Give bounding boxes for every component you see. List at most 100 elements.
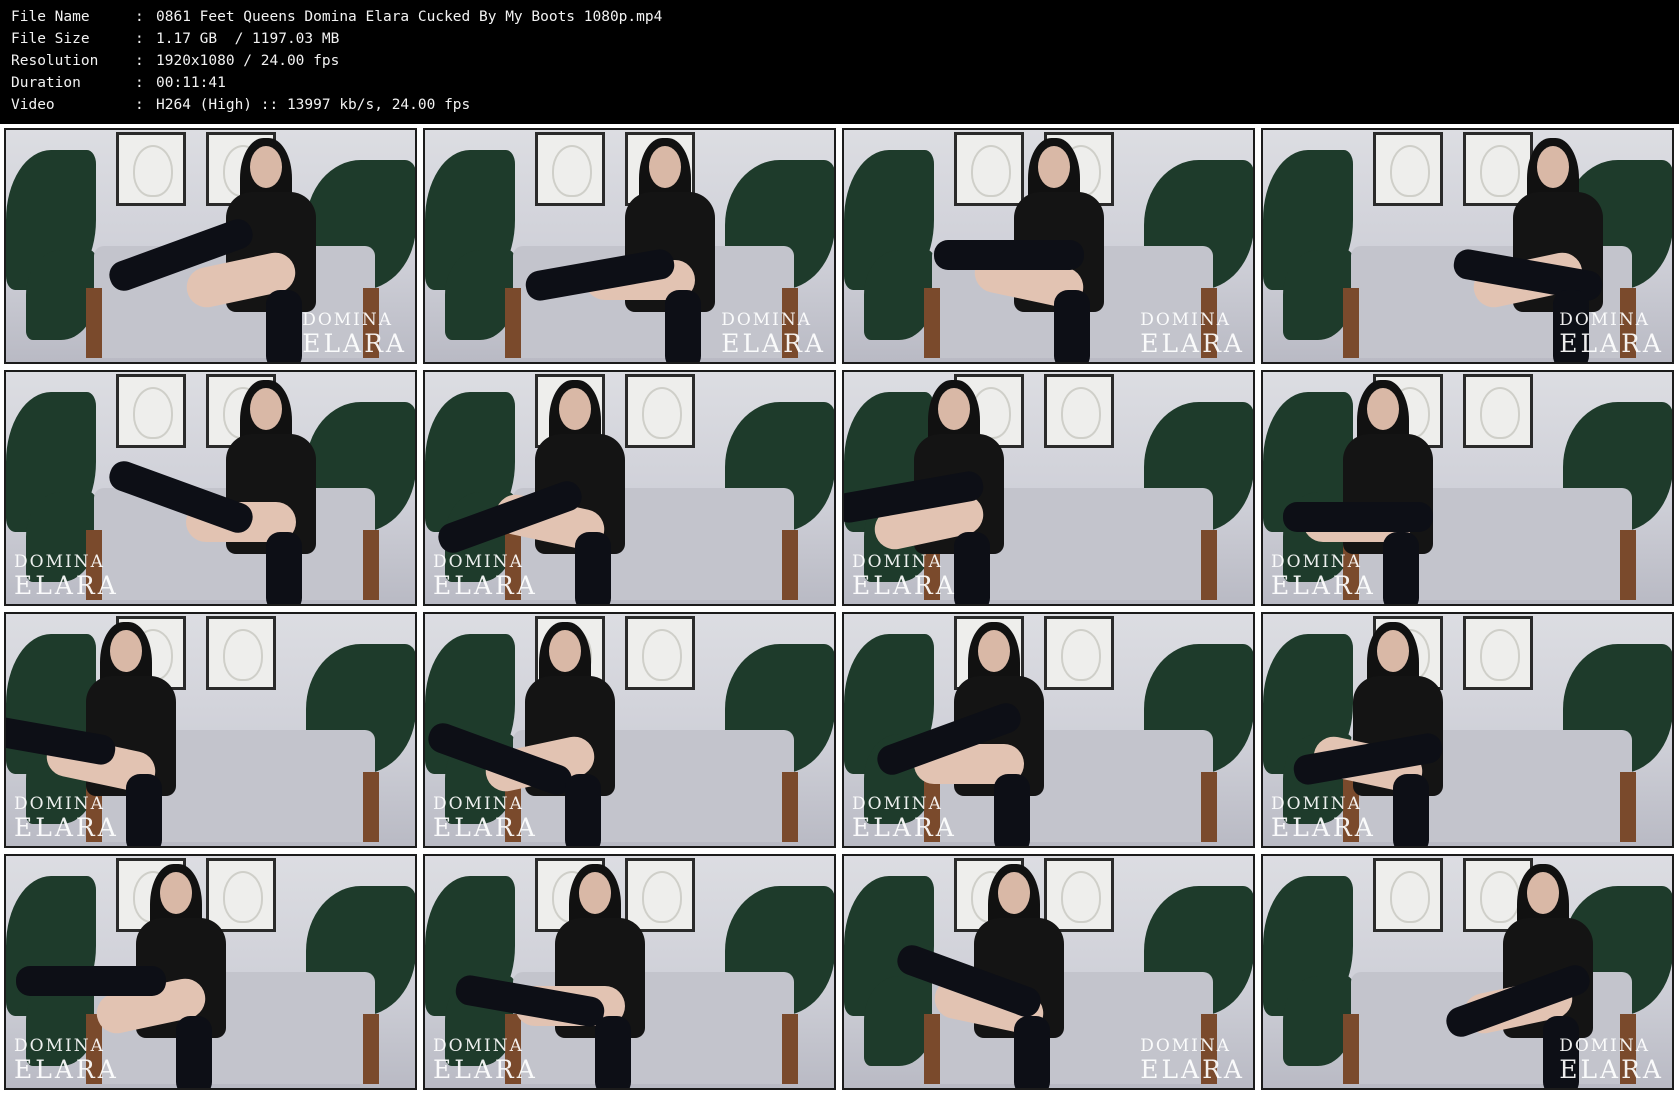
wall-art [625, 858, 695, 932]
wall-art [1044, 616, 1114, 690]
watermark-line1: DOMINA [433, 794, 524, 814]
watermark-line2: ELARA [14, 1055, 119, 1084]
watermark-line1: DOMINA [433, 552, 524, 572]
wall-art [1373, 858, 1443, 932]
face [1367, 388, 1399, 430]
boot [665, 290, 701, 362]
wall-art [535, 132, 605, 206]
boot [16, 966, 166, 996]
sofa-arm [1201, 772, 1217, 842]
wall-art [1044, 374, 1114, 448]
info-value: 00:11:41 [156, 75, 226, 91]
wall-art [116, 132, 186, 206]
wall-art [625, 374, 695, 448]
boot [1054, 290, 1090, 362]
watermark-line2: ELARA [1271, 813, 1376, 842]
sofa-arm [782, 772, 798, 842]
video-thumbnail: DOMINA ELARA [423, 128, 836, 364]
info-row-resolution: Resolution:1920x1080 / 24.00 fps [11, 50, 662, 72]
video-thumbnail: DOMINA ELARA [4, 854, 417, 1090]
face [549, 630, 581, 672]
sofa-arm [363, 1014, 379, 1084]
sofa-arm [924, 288, 940, 358]
info-separator: : [135, 31, 144, 47]
info-key: File Name [11, 9, 90, 25]
thumbnail-sheet: DOMINA ELARA DOMINA ELARA DOMINA ELARA DOMINA E… [0, 124, 1679, 1097]
watermark-line1: DOMINA [1559, 310, 1651, 330]
wall-art [206, 858, 276, 932]
face [1537, 146, 1569, 188]
info-separator: : [135, 53, 144, 69]
watermark-line2: ELARA [1140, 1055, 1245, 1084]
face [998, 872, 1030, 914]
watermark-line2: ELARA [1271, 571, 1376, 600]
face [649, 146, 681, 188]
watermark-line2: ELARA [1559, 1055, 1664, 1084]
watermark-line1: DOMINA [14, 1036, 105, 1056]
wall-art [625, 616, 695, 690]
sofa-arm [1343, 288, 1359, 358]
video-thumbnail: DOMINA ELARA [842, 128, 1255, 364]
info-row-duration: Duration:00:11:41 [11, 72, 662, 94]
file-info-header: File Name:0861 Feet Queens Domina Elara … [11, 6, 662, 116]
sofa-arm [924, 1014, 940, 1084]
watermark: DOMINA ELARA [14, 794, 119, 841]
face [250, 388, 282, 430]
watermark: DOMINA ELARA [433, 1036, 538, 1084]
face [1527, 872, 1559, 914]
watermark-line1: DOMINA [721, 310, 813, 330]
wall-art [1463, 132, 1533, 206]
video-thumbnail: DOMINA ELARA [842, 370, 1255, 606]
face [250, 146, 282, 188]
watermark-line2: ELARA [433, 571, 538, 600]
watermark: DOMINA ELARA [433, 794, 538, 841]
wall-art [206, 616, 276, 690]
watermark: DOMINA ELARA [1559, 310, 1664, 358]
info-separator: : [135, 9, 144, 25]
watermark: DOMINA ELARA [1271, 552, 1376, 600]
watermark-line1: DOMINA [14, 552, 105, 572]
boot [1383, 532, 1419, 604]
video-thumbnail: DOMINA ELARA [1261, 854, 1674, 1090]
watermark: DOMINA ELARA [1559, 1038, 1664, 1084]
watermark-line1: DOMINA [1271, 552, 1362, 572]
wall-art [954, 132, 1024, 206]
face [160, 872, 192, 914]
watermark-line2: ELARA [721, 329, 826, 358]
face [978, 630, 1010, 672]
wall-art [1373, 132, 1443, 206]
sofa-arm [86, 288, 102, 358]
thumbnail-grid: DOMINA ELARA DOMINA ELARA DOMINA ELARA DOMINA E… [4, 128, 1674, 1090]
boot [994, 774, 1030, 846]
watermark-line1: DOMINA [1140, 1036, 1232, 1056]
info-row-file-name: File Name:0861 Feet Queens Domina Elara … [11, 6, 662, 28]
video-thumbnail: DOMINA ELARA [1261, 612, 1674, 848]
watermark-line1: DOMINA [433, 1036, 524, 1056]
watermark-line1: DOMINA [1140, 310, 1232, 330]
watermark-line2: ELARA [1559, 329, 1664, 358]
video-thumbnail: DOMINA ELARA [4, 128, 417, 364]
boot [266, 532, 302, 604]
boot [565, 774, 601, 846]
info-row-file-size: File Size:1.17 GB / 1197.03 MB [11, 28, 662, 50]
face [110, 630, 142, 672]
boot [1393, 774, 1429, 846]
video-thumbnail: DOMINA ELARA [1261, 128, 1674, 364]
watermark-line2: ELARA [302, 329, 407, 358]
watermark-line2: ELARA [433, 1055, 538, 1084]
watermark: DOMINA ELARA [1140, 1036, 1245, 1084]
info-key: File Size [11, 31, 90, 47]
video-thumbnail: DOMINA ELARA [423, 854, 836, 1090]
watermark-line1: DOMINA [14, 794, 105, 814]
watermark: DOMINA ELARA [14, 552, 119, 599]
info-row-video: Video: H264 (High) :: 13997 kb/s, 24.00 f… [11, 94, 662, 116]
boot [1283, 502, 1433, 532]
info-key: Video [11, 97, 55, 113]
face [579, 872, 611, 914]
video-thumbnail: DOMINA ELARA [4, 370, 417, 606]
video-thumbnail: DOMINA ELARA [423, 612, 836, 848]
video-thumbnail: DOMINA ELARA [423, 370, 836, 606]
video-thumbnail: DOMINA ELARA [4, 612, 417, 848]
info-key: Resolution [11, 53, 99, 69]
watermark: DOMINA ELARA [852, 554, 957, 599]
